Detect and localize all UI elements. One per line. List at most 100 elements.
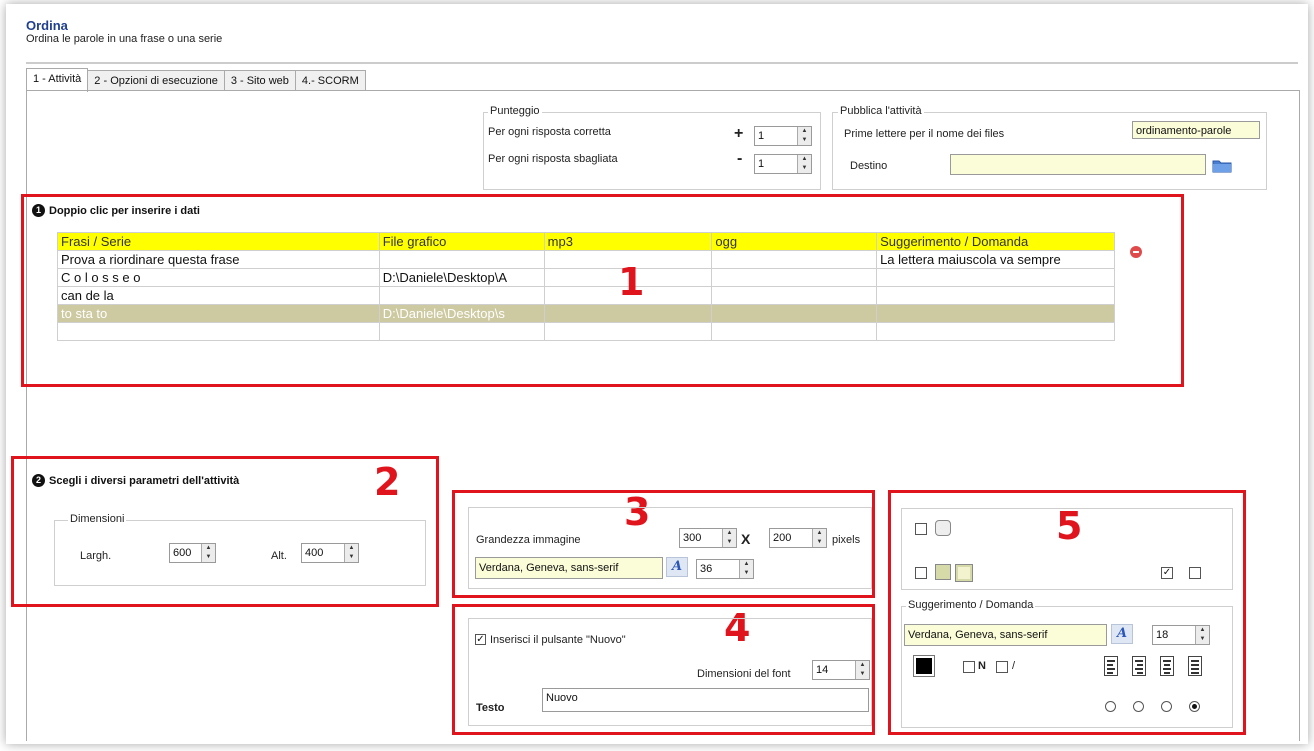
- spin-buttons[interactable]: ▲ ▼: [344, 544, 358, 562]
- tab-scorm[interactable]: 4.- SCORM: [294, 70, 366, 91]
- align-right-radio[interactable]: [1133, 701, 1144, 712]
- grid-header-cell[interactable]: mp3: [543, 232, 713, 251]
- grid-cell[interactable]: [378, 250, 545, 269]
- grid-cell[interactable]: to sta to: [57, 304, 380, 323]
- grid-header-cell[interactable]: ogg: [711, 232, 878, 251]
- align-center-radio[interactable]: [1161, 701, 1172, 712]
- font-icon[interactable]: A: [1111, 624, 1133, 644]
- grid-cell[interactable]: [876, 322, 1115, 341]
- grid-header-cell[interactable]: Frasi / Serie: [57, 232, 380, 251]
- grid-cell[interactable]: [711, 286, 878, 305]
- dimensioni-title: Dimensioni: [68, 513, 127, 525]
- grid-cell[interactable]: [711, 304, 878, 323]
- wrong-points-stepper[interactable]: 1 ▲ ▼: [754, 154, 812, 174]
- background-swatch-2[interactable]: [955, 564, 973, 582]
- grid-cell[interactable]: [378, 322, 545, 341]
- callout-number-2: 2: [374, 460, 401, 504]
- bold-label: N: [978, 660, 986, 672]
- text-color-swatch[interactable]: [913, 655, 935, 677]
- grid-cell[interactable]: [711, 322, 878, 341]
- grid-cell[interactable]: La lettera maiuscola va sempre: [876, 250, 1115, 269]
- destino-input[interactable]: [950, 154, 1206, 175]
- align-left-icon[interactable]: [1104, 656, 1118, 676]
- grid-cell[interactable]: [543, 304, 713, 323]
- data-grid[interactable]: Frasi / Serie File grafico mp3 ogg Sugge…: [57, 232, 1115, 341]
- grid-cell[interactable]: [711, 268, 878, 287]
- border-checkbox[interactable]: [915, 523, 927, 535]
- grid-cell[interactable]: [876, 286, 1115, 305]
- delete-icon[interactable]: [1130, 246, 1142, 258]
- image-height-stepper[interactable]: 200 ▲ ▼: [769, 528, 827, 548]
- grid-cell[interactable]: Prova a riordinare questa frase: [57, 250, 380, 269]
- tab-opzioni[interactable]: 2 - Opzioni di esecuzione: [87, 70, 225, 91]
- suggerimento-font-size-value: 18: [1156, 629, 1169, 641]
- tab-attivita[interactable]: 1 - Attività: [26, 68, 89, 92]
- image-font-input[interactable]: Verdana, Geneva, sans-serif: [475, 557, 663, 579]
- image-width-stepper[interactable]: 300 ▲ ▼: [679, 528, 737, 548]
- tab-bar: 1 - Attività 2 - Opzioni di esecuzione 3…: [26, 68, 366, 92]
- grid-cell[interactable]: can de la: [57, 286, 380, 305]
- bold-checkbox[interactable]: [963, 661, 975, 673]
- wrong-points-value: 1: [758, 158, 765, 170]
- font-icon[interactable]: A: [666, 557, 688, 577]
- wrong-label: Per ogni risposta sbagliata: [488, 153, 618, 165]
- grid-cell[interactable]: [876, 268, 1115, 287]
- spin-buttons[interactable]: ▲ ▼: [722, 529, 736, 547]
- table-row[interactable]: [57, 322, 1115, 341]
- grid-cell[interactable]: [57, 322, 380, 341]
- prefix-input[interactable]: ordinamento-parole: [1132, 121, 1260, 139]
- punteggio-group: [483, 112, 821, 190]
- background-swatch[interactable]: [935, 564, 951, 580]
- align-left-radio[interactable]: [1105, 701, 1116, 712]
- background-checkbox[interactable]: [915, 567, 927, 579]
- option-checkbox[interactable]: [1189, 567, 1201, 579]
- image-font-size-stepper[interactable]: 36 ▲ ▼: [696, 559, 754, 579]
- main-window: Ordina Ordina le parole in una frase o u…: [6, 4, 1308, 744]
- punteggio-title: Punteggio: [488, 105, 542, 117]
- correct-points-stepper[interactable]: 1 ▲ ▼: [754, 126, 812, 146]
- grid-header-cell[interactable]: File grafico: [378, 232, 545, 251]
- page-subtitle: Ordina le parole in una frase o una seri…: [26, 33, 223, 45]
- spin-buttons[interactable]: ▲ ▼: [1195, 626, 1209, 644]
- destino-label: Destino: [850, 160, 888, 172]
- prefix-label: Prime lettere per il nome dei files: [844, 128, 1005, 140]
- grid-cell[interactable]: D:\Daniele\Desktop\A: [378, 268, 545, 287]
- testo-input[interactable]: Nuovo: [542, 688, 869, 712]
- align-justify-radio[interactable]: [1189, 701, 1200, 712]
- grid-cell[interactable]: D:\Daniele\Desktop\s: [378, 304, 545, 323]
- grid-cell[interactable]: [543, 322, 713, 341]
- grid-cell[interactable]: C o l o s s e o: [57, 268, 380, 287]
- italic-label: /: [1012, 660, 1016, 672]
- align-center-icon[interactable]: [1160, 656, 1174, 676]
- table-row[interactable]: Prova a riordinare questa frase La lette…: [57, 250, 1115, 269]
- section2-badge: 2: [32, 474, 45, 487]
- spin-buttons[interactable]: ▲ ▼: [855, 661, 869, 679]
- suggerimento-font-size-stepper[interactable]: 18 ▲ ▼: [1152, 625, 1210, 645]
- width-stepper[interactable]: 600 ▲ ▼: [169, 543, 216, 563]
- minus-sign: -: [737, 150, 743, 167]
- grid-cell[interactable]: [378, 286, 545, 305]
- align-justify-icon[interactable]: [1188, 656, 1202, 676]
- table-row[interactable]: can de la: [57, 286, 1115, 305]
- spin-buttons[interactable]: ▲ ▼: [797, 127, 811, 145]
- rounded-border-swatch[interactable]: [935, 520, 951, 536]
- nuovo-font-size-stepper[interactable]: 14 ▲ ▼: [812, 660, 870, 680]
- spin-buttons[interactable]: ▲ ▼: [812, 529, 826, 547]
- grid-header-cell[interactable]: Suggerimento / Domanda: [876, 232, 1115, 251]
- suggerimento-font-input[interactable]: Verdana, Geneva, sans-serif: [904, 624, 1107, 646]
- align-right-icon[interactable]: [1132, 656, 1146, 676]
- spin-buttons[interactable]: ▲ ▼: [739, 560, 753, 578]
- spin-buttons[interactable]: ▲ ▼: [201, 544, 215, 562]
- grid-cell[interactable]: [711, 250, 878, 269]
- tab-sito-web[interactable]: 3 - Sito web: [223, 70, 296, 91]
- folder-icon[interactable]: [1212, 156, 1232, 174]
- grid-cell[interactable]: [876, 304, 1115, 323]
- table-row[interactable]: C o l o s s e o D:\Daniele\Desktop\A: [57, 268, 1115, 287]
- italic-checkbox[interactable]: [996, 661, 1008, 673]
- spin-buttons[interactable]: ▲ ▼: [797, 155, 811, 173]
- nuovo-checkbox[interactable]: ✓: [475, 634, 486, 645]
- height-value: 400: [305, 547, 324, 559]
- table-row-selected[interactable]: to sta to D:\Daniele\Desktop\s: [57, 304, 1115, 323]
- height-stepper[interactable]: 400 ▲ ▼: [301, 543, 359, 563]
- shadow-checkbox[interactable]: ✓: [1161, 567, 1173, 579]
